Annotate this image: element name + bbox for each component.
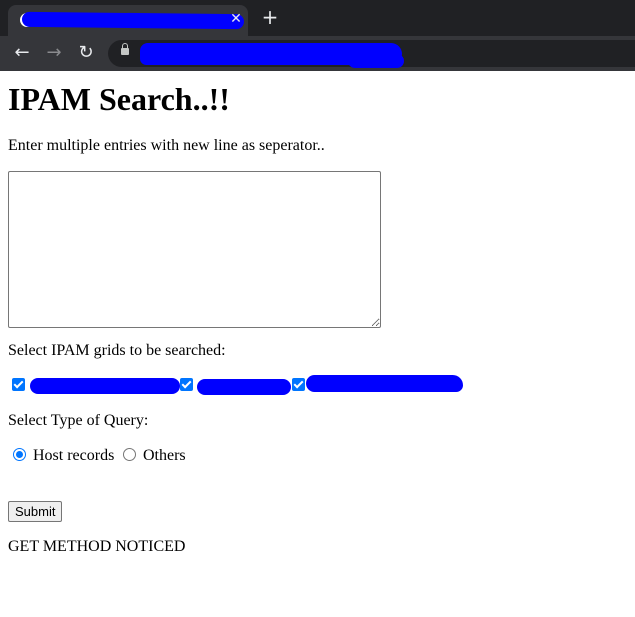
reload-icon[interactable]: ↻ <box>74 41 98 65</box>
close-icon[interactable]: ✕ <box>228 10 244 28</box>
plus-icon[interactable]: + <box>259 6 281 28</box>
entries-textarea[interactable] <box>8 171 381 328</box>
grid-label-2-redacted <box>197 379 291 395</box>
radio-others-label[interactable]: Others <box>143 447 186 465</box>
radio-others[interactable] <box>123 448 136 461</box>
grid-label-1-redacted <box>30 378 180 394</box>
query-type-radio-group: Host records Others <box>8 447 308 467</box>
grid-checkbox-3[interactable] <box>292 378 305 391</box>
grid-checkbox-group <box>8 374 488 398</box>
grid-checkbox-2[interactable] <box>180 378 193 391</box>
tab-title-redacted <box>21 11 245 30</box>
submit-button[interactable]: Submit <box>8 501 63 522</box>
lock-icon[interactable] <box>121 43 129 55</box>
back-arrow-icon[interactable]: ← <box>10 41 34 65</box>
browser-tab-strip: ✕ + <box>0 0 635 36</box>
grid-checkbox-1[interactable] <box>12 378 25 391</box>
address-bar[interactable] <box>108 40 635 68</box>
radio-host-records[interactable] <box>13 448 26 461</box>
entries-instructions: Enter multiple entries with new line as … <box>8 137 325 154</box>
query-type-label: Select Type of Query: <box>8 412 149 429</box>
url-redacted-tail <box>348 54 404 68</box>
radio-host-records-label[interactable]: Host records <box>33 447 114 465</box>
status-message: GET METHOD NOTICED <box>8 538 186 555</box>
browser-tab[interactable]: ✕ <box>8 5 248 36</box>
grid-label-3-redacted <box>306 375 463 392</box>
page-title: IPAM Search..!! <box>8 81 230 117</box>
browser-toolbar: ← → ↻ <box>0 36 635 71</box>
forward-arrow-icon[interactable]: → <box>42 41 66 65</box>
grids-label: Select IPAM grids to be searched: <box>8 342 226 359</box>
